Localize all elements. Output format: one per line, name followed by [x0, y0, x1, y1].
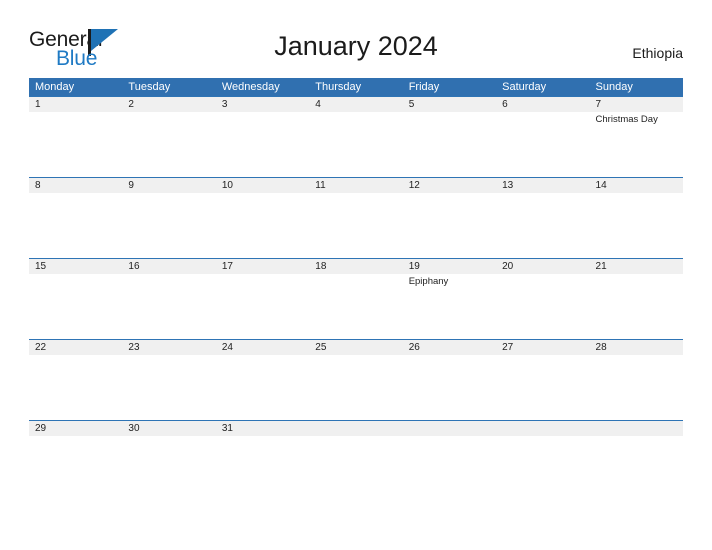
- day-number[interactable]: 26: [403, 340, 496, 355]
- day-event[interactable]: [309, 355, 402, 421]
- weekday-header-tuesday: Tuesday: [128, 81, 171, 93]
- day-event[interactable]: [122, 436, 215, 461]
- day-number[interactable]: 31: [216, 421, 309, 436]
- day-number[interactable]: 23: [122, 340, 215, 355]
- calendar-grid: Monday Tuesday Wednesday Thursday Friday…: [29, 78, 683, 460]
- weekday-header-monday: Monday: [35, 81, 75, 93]
- day-event[interactable]: [496, 436, 589, 461]
- weekday-header-wednesday: Wednesday: [221, 81, 280, 93]
- day-event[interactable]: [29, 436, 122, 461]
- day-number[interactable]: 16: [122, 259, 215, 274]
- calendar-week-row: 29 30 31: [29, 420, 683, 460]
- day-number[interactable]: 30: [122, 421, 215, 436]
- day-event[interactable]: [496, 193, 589, 259]
- day-event[interactable]: [309, 436, 402, 461]
- day-event[interactable]: [29, 274, 122, 340]
- day-number[interactable]: 14: [590, 178, 683, 193]
- calendar-week-row: 1 2 3 4 5 6 7 Christmas Day: [29, 96, 683, 177]
- day-event[interactable]: [590, 274, 683, 340]
- day-event[interactable]: [216, 355, 309, 421]
- day-number[interactable]: 17: [216, 259, 309, 274]
- day-event[interactable]: [122, 274, 215, 340]
- day-number[interactable]: 2: [122, 97, 215, 112]
- day-number[interactable]: 27: [496, 340, 589, 355]
- page-title: January 2024: [274, 31, 438, 61]
- day-number[interactable]: 15: [29, 259, 122, 274]
- day-number[interactable]: 12: [403, 178, 496, 193]
- day-number[interactable]: [403, 421, 496, 436]
- calendar-week-row: 8 9 10 11 12 13 14: [29, 177, 683, 258]
- day-number[interactable]: [309, 421, 402, 436]
- calendar-week-row: 22 23 24 25 26 27 28: [29, 339, 683, 420]
- day-event[interactable]: [216, 193, 309, 259]
- weekday-header-sunday: Sunday: [595, 81, 633, 93]
- week-date-band: 8 9 10 11 12 13 14: [29, 177, 683, 193]
- day-event[interactable]: [309, 112, 402, 178]
- day-event[interactable]: [496, 274, 589, 340]
- day-number[interactable]: 24: [216, 340, 309, 355]
- day-event[interactable]: [122, 193, 215, 259]
- week-date-band: 15 16 17 18 19 20 21: [29, 258, 683, 274]
- day-event[interactable]: [216, 274, 309, 340]
- day-event[interactable]: [29, 355, 122, 421]
- day-event[interactable]: [403, 112, 496, 178]
- day-event[interactable]: [403, 436, 496, 461]
- day-number[interactable]: 5: [403, 97, 496, 112]
- day-number[interactable]: 29: [29, 421, 122, 436]
- day-event[interactable]: [496, 355, 589, 421]
- weekday-header-friday: Friday: [408, 81, 440, 93]
- weekday-header-thursday: Thursday: [315, 81, 362, 93]
- day-event[interactable]: [590, 193, 683, 259]
- week-date-band: 29 30 31: [29, 420, 683, 436]
- day-number[interactable]: [590, 421, 683, 436]
- day-event[interactable]: [590, 355, 683, 421]
- day-event[interactable]: [590, 436, 683, 461]
- day-event[interactable]: [309, 193, 402, 259]
- day-number[interactable]: 8: [29, 178, 122, 193]
- week-event-body: [29, 436, 683, 461]
- day-event[interactable]: [496, 112, 589, 178]
- day-event[interactable]: [29, 112, 122, 178]
- region-label: Ethiopia: [632, 45, 683, 61]
- page-header: General Blue January 2024 Ethiopia: [0, 0, 712, 78]
- day-event[interactable]: [216, 112, 309, 178]
- day-number[interactable]: 3: [216, 97, 309, 112]
- day-number[interactable]: 4: [309, 97, 402, 112]
- day-number[interactable]: 25: [309, 340, 402, 355]
- week-event-body: [29, 355, 683, 421]
- day-number[interactable]: 13: [496, 178, 589, 193]
- day-number[interactable]: 10: [216, 178, 309, 193]
- day-number[interactable]: 7: [590, 97, 683, 112]
- day-number[interactable]: 18: [309, 259, 402, 274]
- day-event[interactable]: [122, 355, 215, 421]
- day-number[interactable]: 19: [403, 259, 496, 274]
- week-event-body: Christmas Day: [29, 112, 683, 178]
- day-number[interactable]: 22: [29, 340, 122, 355]
- day-event[interactable]: [309, 274, 402, 340]
- day-number[interactable]: 6: [496, 97, 589, 112]
- week-event-body: [29, 193, 683, 259]
- week-date-band: 1 2 3 4 5 6 7: [29, 96, 683, 112]
- day-event[interactable]: [29, 193, 122, 259]
- week-date-band: 22 23 24 25 26 27 28: [29, 339, 683, 355]
- week-event-body: Epiphany: [29, 274, 683, 340]
- weekday-header-row: Monday Tuesday Wednesday Thursday Friday…: [29, 78, 683, 96]
- day-number[interactable]: 11: [309, 178, 402, 193]
- day-number[interactable]: 9: [122, 178, 215, 193]
- day-event[interactable]: [122, 112, 215, 178]
- day-event[interactable]: [403, 193, 496, 259]
- calendar-week-row: 15 16 17 18 19 20 21 Epiphany: [29, 258, 683, 339]
- weekday-header-saturday: Saturday: [502, 81, 547, 93]
- day-number[interactable]: [496, 421, 589, 436]
- day-number[interactable]: 21: [590, 259, 683, 274]
- day-event[interactable]: Epiphany: [403, 274, 496, 340]
- day-number[interactable]: 28: [590, 340, 683, 355]
- day-number[interactable]: 1: [29, 97, 122, 112]
- day-number[interactable]: 20: [496, 259, 589, 274]
- day-event[interactable]: [403, 355, 496, 421]
- day-event[interactable]: Christmas Day: [590, 112, 683, 178]
- day-event[interactable]: [216, 436, 309, 461]
